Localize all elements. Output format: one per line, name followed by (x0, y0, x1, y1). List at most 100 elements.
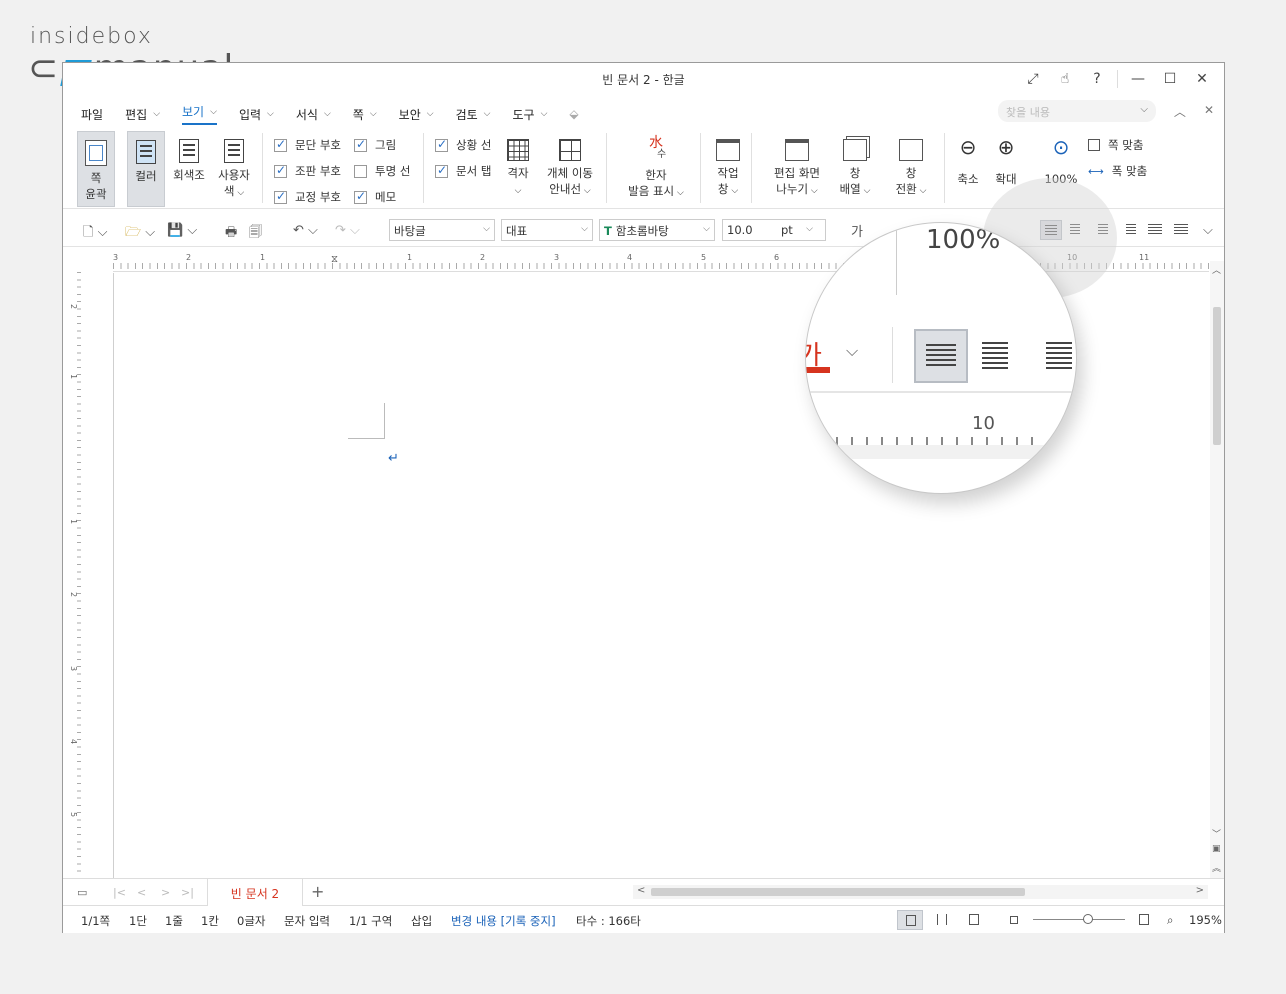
check-status-line[interactable]: 상황 선 (435, 137, 491, 153)
last-tab-icon[interactable]: >| (181, 886, 194, 899)
width-view-button[interactable] (929, 910, 955, 930)
menu-insert[interactable]: 입력 ⌵ (239, 103, 274, 125)
vertical-ruler[interactable]: 2 1 1 2 3 4 5 (69, 272, 85, 877)
status-insert[interactable]: 삽입 (411, 913, 432, 929)
addon-icon[interactable]: ⬙ (569, 103, 578, 125)
status-track-changes[interactable]: 변경 내용 [기록 중지] (451, 913, 556, 929)
color-view-button[interactable]: 컬러 (127, 131, 165, 207)
ribbon-separator (751, 133, 752, 203)
font-select[interactable]: T 함초롬바탕 ⌵ (599, 219, 715, 241)
status-position: 1칸 (201, 914, 219, 928)
status-zoom[interactable]: 195% (1189, 913, 1222, 927)
align-split-button[interactable] (1170, 220, 1192, 240)
style-select[interactable]: 바탕글 ⌵ (389, 219, 495, 241)
horizontal-scrollbar[interactable]: < > (633, 885, 1208, 899)
tab-list-icon[interactable]: ▭ (77, 886, 87, 899)
menu-format[interactable]: 서식 ⌵ (296, 103, 331, 125)
add-tab-icon[interactable]: + (311, 882, 324, 901)
menu-edit[interactable]: 편집 ⌵ (125, 103, 160, 125)
menu-page[interactable]: 쪽 ⌵ (353, 103, 377, 125)
align-right-button[interactable] (1118, 220, 1140, 240)
switch-window-button[interactable]: 창 전환 ⌵ (891, 139, 931, 199)
find-input[interactable]: 찾을 내용 ⌵ (998, 100, 1156, 122)
grayscale-button[interactable]: 회색조 (169, 139, 209, 183)
zoom-100-icon: ⊙ (1052, 135, 1070, 159)
check-picture[interactable]: 그림 (354, 137, 396, 153)
new-doc-icon[interactable]: 🗋 ⌵ (83, 223, 107, 245)
zoom-search-icon[interactable]: ⌕ (1167, 913, 1173, 928)
fullscreen-icon[interactable]: ⤢ (1017, 71, 1049, 87)
menu-bar: 파일 편집 ⌵ 보기 ⌵ 입력 ⌵ 서식 ⌵ 쪽 ⌵ 보안 ⌵ 검토 ⌵ 도구 ⌵ ⬙ 찾을 내… (63, 97, 1224, 125)
paragraph-mark-icon: ↵ (388, 451, 399, 466)
guide-icon (559, 139, 581, 161)
check-paragraph-mark[interactable]: 문단 부호 (274, 137, 341, 153)
hanja-pronunciation-button[interactable]: 水수 한자 발음 표시 ⌵ (625, 135, 687, 201)
char-style-button[interactable]: 가 (851, 221, 863, 240)
arrange-window-button[interactable]: 창 배열 ⌵ (837, 139, 873, 199)
touch-mode-icon[interactable]: ☝ (1049, 71, 1081, 87)
collapse-ribbon-icon[interactable]: ︿ (1174, 103, 1186, 120)
zoom-in-icon: ⊕ (997, 135, 1015, 159)
check-doc-tab[interactable]: 문서 탭 (435, 163, 491, 179)
work-window-button[interactable]: 작업 창 ⌵ (711, 139, 745, 199)
page-outline-button[interactable]: 쪽 윤곽 (77, 131, 115, 207)
next-tab-icon[interactable]: > (161, 886, 170, 899)
menu-tools[interactable]: 도구 ⌵ (513, 103, 548, 125)
title-separator (1117, 70, 1118, 88)
save-icon[interactable]: 💾 ⌵ (167, 223, 197, 238)
font-color-bar (806, 367, 830, 373)
font-size-input[interactable]: 10.0 pt ⌵ (722, 219, 826, 241)
help-icon[interactable]: ? (1081, 71, 1113, 87)
grayscale-icon (179, 139, 199, 163)
magnified-align-justify (914, 329, 968, 383)
normal-view-button[interactable] (897, 910, 923, 930)
fit-page-button[interactable]: 쪽 맞춤 (1088, 137, 1143, 153)
align-distribute-button[interactable] (1144, 220, 1166, 240)
hscroll-thumb[interactable] (651, 888, 1025, 896)
vertical-scrollbar[interactable]: ︿ ﹀ ▣ ︽ (1210, 261, 1224, 878)
check-memo[interactable]: 메모 (354, 189, 396, 205)
logo-line1: insidebox (30, 24, 153, 49)
indent-marker-icon[interactable]: ⧖ (331, 254, 338, 265)
status-line: 1줄 (165, 914, 183, 928)
open-folder-icon[interactable]: 🗁 ⌵ (125, 223, 155, 245)
object-guide-button[interactable]: 개체 이동 안내선 ⌵ (543, 139, 597, 199)
zoom-slider[interactable] (1033, 914, 1125, 924)
zoom-slider-knob[interactable] (1083, 914, 1093, 924)
print-preview-icon[interactable]: 🗐 (249, 223, 262, 245)
minimize-button[interactable]: — (1122, 71, 1154, 87)
tab-document[interactable]: 빈 문서 2 (207, 879, 303, 906)
menu-view[interactable]: 보기 ⌵ (182, 103, 217, 125)
status-bar: 1/1쪽 1단 1줄 1칸 0글자 문자 입력 1/1 구역 삽입 변경 내용 … (63, 907, 1224, 933)
redo-icon[interactable]: ↷ ⌵ (335, 223, 360, 238)
print-icon[interactable]: 🖶 (225, 223, 237, 245)
undo-icon[interactable]: ↶ ⌵ (293, 223, 318, 238)
zoom-out-button[interactable]: ⊖ 축소 (953, 137, 983, 187)
chevron-down-icon[interactable]: ⌵ (1140, 104, 1148, 115)
check-proof-mark[interactable]: 교정 부호 (274, 189, 341, 205)
full-page-button[interactable] (1131, 910, 1157, 930)
fit-view-button[interactable] (1001, 910, 1027, 930)
check-control-mark[interactable]: 조판 부호 (274, 163, 341, 179)
menu-review[interactable]: 검토 ⌵ (456, 103, 491, 125)
split-screen-button[interactable]: 편집 화면 나누기 ⌵ (767, 139, 827, 199)
menu-security[interactable]: 보안 ⌵ (399, 103, 434, 125)
prev-tab-icon[interactable]: < (137, 886, 146, 899)
zoom-in-button[interactable]: ⊕ 확대 (991, 135, 1021, 187)
chevron-down-icon: ⌵ (806, 224, 813, 234)
close-doc-icon[interactable]: ✕ (1204, 103, 1214, 120)
toolbar-more-icon[interactable]: ⌵ (1203, 223, 1213, 238)
magnifier-overlay: 100% 가 ⌵ 10 (805, 222, 1077, 494)
close-button[interactable]: ✕ (1186, 71, 1218, 87)
fit-width-button[interactable]: ⟷ 폭 맞춤 (1088, 163, 1147, 179)
language-select[interactable]: 대표 ⌵ (501, 219, 593, 241)
status-page[interactable]: 1/1쪽 (81, 913, 110, 929)
grid-button[interactable]: 격자 ⌵ (501, 139, 535, 199)
menu-file[interactable]: 파일 (81, 103, 103, 125)
page-view-button[interactable] (961, 910, 987, 930)
user-color-button[interactable]: 사용자 색 ⌵ (213, 139, 255, 201)
maximize-button[interactable]: ☐ (1154, 71, 1186, 87)
scroll-thumb[interactable] (1213, 307, 1221, 445)
check-transparent-line[interactable]: 투명 선 (354, 163, 410, 179)
first-tab-icon[interactable]: |< (113, 886, 126, 899)
